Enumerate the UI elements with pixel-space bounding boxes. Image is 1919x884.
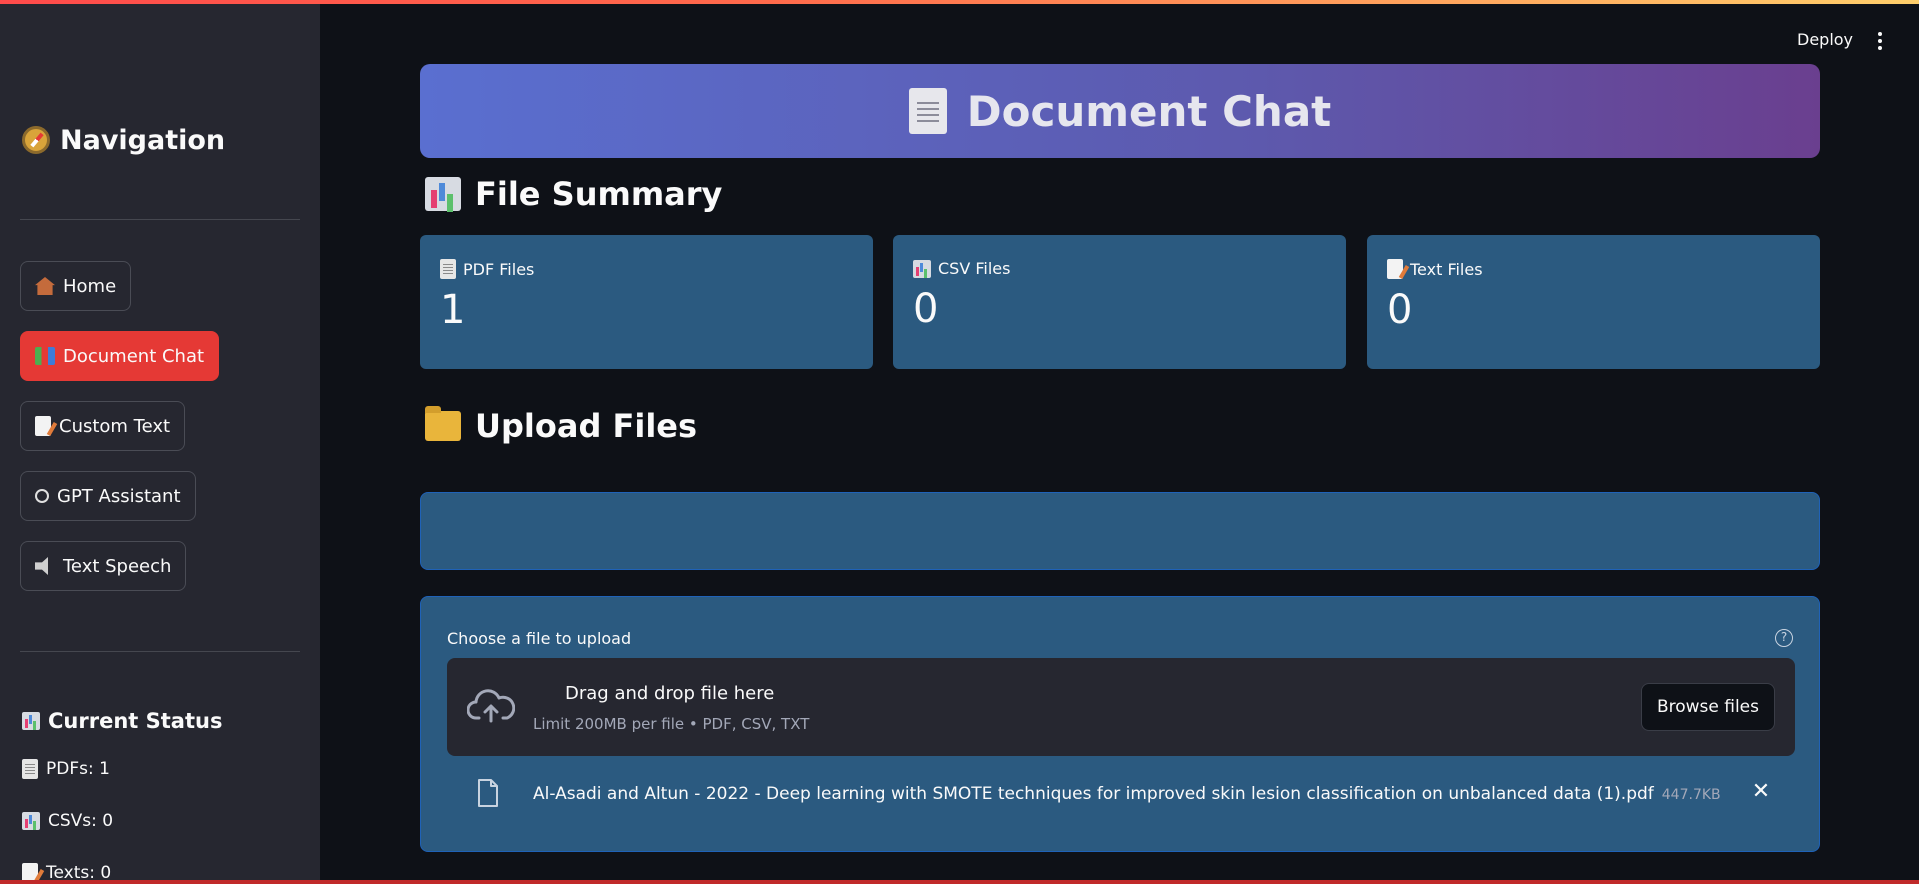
uploader-label: Choose a file to upload <box>447 629 632 648</box>
file-name: Al-Asadi and Altun - 2022 - Deep learnin… <box>533 784 1654 804</box>
memo-icon <box>1387 259 1403 279</box>
sidebar-divider <box>20 651 300 652</box>
drop-zone[interactable]: Drag and drop file here Limit 200MB per … <box>447 658 1795 756</box>
bar-chart-icon <box>22 712 40 730</box>
compass-icon <box>22 126 50 154</box>
nav-button-document-chat[interactable]: Document Chat <box>20 331 220 381</box>
metric-value: 0 <box>1387 287 1413 333</box>
page-banner: Document Chat <box>420 64 1820 158</box>
metric-label: CSV Files <box>938 259 1011 278</box>
books-icon <box>35 347 55 365</box>
metric-csv-files: CSV Files 0 <box>893 235 1346 369</box>
empty-panel <box>420 492 1820 570</box>
drop-zone-limit: Limit 200MB per file • PDF, CSV, TXT <box>533 715 810 733</box>
drop-zone-title: Drag and drop file here <box>565 683 775 704</box>
nav-button-label: Home <box>63 275 117 297</box>
sidebar: Navigation Home Document Chat Custom Tex… <box>0 0 320 884</box>
top-decoration-bar <box>0 0 1919 4</box>
memo-icon <box>35 416 51 436</box>
metric-text-files: Text Files 0 <box>1367 235 1820 369</box>
page-title: Document Chat <box>966 86 1332 136</box>
remove-file-icon[interactable]: ✕ <box>1749 780 1773 804</box>
file-summary-heading: File Summary <box>425 172 722 216</box>
file-icon <box>478 779 498 807</box>
status-csvs: CSVs: 0 <box>22 808 113 834</box>
nav-button-gpt-assistant[interactable]: GPT Assistant <box>20 471 196 521</box>
nav-button-label: Text Speech <box>63 555 172 577</box>
nav-button-label: Custom Text <box>59 415 171 437</box>
file-size: 447.7KB <box>1661 787 1721 803</box>
nav-button-custom-text[interactable]: Custom Text <box>20 401 186 451</box>
speaker-icon <box>35 557 48 575</box>
home-icon <box>35 277 55 295</box>
status-pdfs: PDFs: 1 <box>22 756 110 782</box>
file-uploader: Choose a file to upload ? Drag and drop … <box>420 596 1820 852</box>
sidebar-title: Navigation <box>22 120 225 160</box>
metric-pdf-files: PDF Files 1 <box>420 235 873 369</box>
bar-chart-icon <box>425 177 461 211</box>
bar-chart-icon <box>22 812 40 830</box>
bar-chart-icon <box>913 259 931 278</box>
brain-icon <box>35 489 49 503</box>
kebab-menu-icon[interactable] <box>1872 30 1888 52</box>
document-icon <box>22 759 38 779</box>
document-icon <box>440 259 456 279</box>
document-icon <box>908 88 947 134</box>
nav-button-text-speech[interactable]: Text Speech <box>20 541 187 591</box>
cloud-upload-icon <box>467 689 515 723</box>
metric-label: Text Files <box>1410 259 1483 279</box>
metric-value: 0 <box>913 286 939 332</box>
metric-value: 1 <box>440 287 466 333</box>
status-title: Current Status <box>22 705 222 737</box>
browse-files-button[interactable]: Browse files <box>1640 683 1775 731</box>
uploaded-file-row: Al-Asadi and Altun - 2022 - Deep learnin… <box>447 774 1795 818</box>
deploy-button[interactable]: Deploy <box>1797 30 1853 49</box>
bottom-decoration-bar <box>0 880 1919 884</box>
nav-button-home[interactable]: Home <box>20 261 132 311</box>
metric-label: PDF Files <box>463 259 535 279</box>
nav-button-label: Document Chat <box>63 345 205 367</box>
sidebar-divider <box>20 219 300 220</box>
upload-files-heading: Upload Files <box>425 404 697 448</box>
folder-icon <box>425 406 461 441</box>
nav-button-label: GPT Assistant <box>57 485 181 507</box>
help-icon[interactable]: ? <box>1775 629 1793 647</box>
